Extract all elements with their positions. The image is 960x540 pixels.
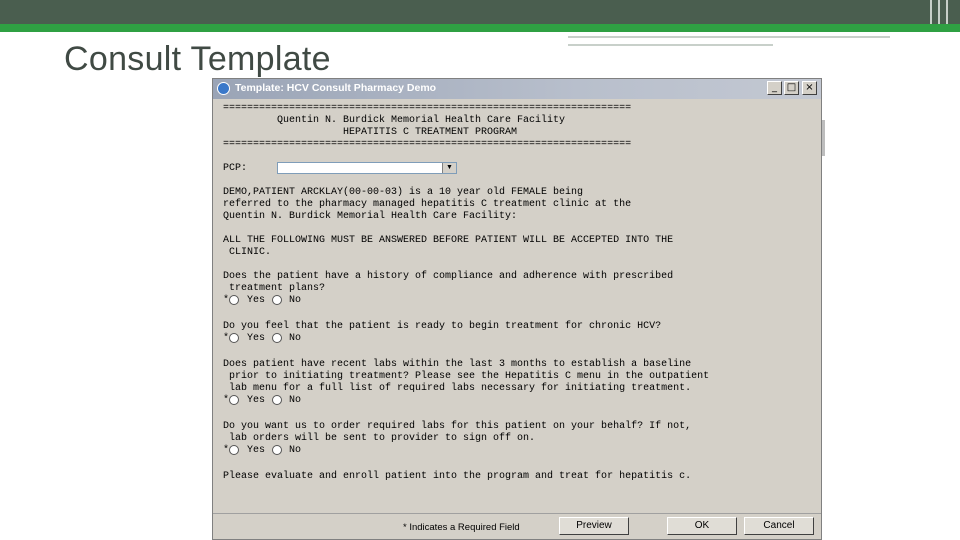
slide-stripe	[930, 0, 932, 24]
intro-line: Quentin N. Burdick Memorial Health Care …	[223, 211, 518, 222]
question-1-no-radio[interactable]	[272, 295, 282, 305]
question-2-no-radio[interactable]	[272, 333, 282, 343]
window-title: Template: HCV Consult Pharmacy Demo	[235, 82, 437, 94]
question-2-yes-radio[interactable]	[229, 333, 239, 343]
question-4-yes-radio[interactable]	[229, 445, 239, 455]
pcp-label: PCP:	[223, 163, 248, 174]
no-label: No	[289, 445, 302, 456]
slide-top-bar	[0, 0, 960, 24]
rule-line: ========================================…	[223, 139, 632, 150]
pcp-dropdown[interactable]: ▼	[277, 162, 457, 174]
question-4-no-radio[interactable]	[272, 445, 282, 455]
ok-button[interactable]: OK	[667, 517, 737, 535]
close-button[interactable]: ×	[802, 81, 817, 95]
slide-deco-line	[568, 36, 890, 38]
yes-label: Yes	[247, 295, 266, 306]
facility-name: Quentin N. Burdick Memorial Health Care …	[277, 115, 566, 126]
background-window-edge	[822, 120, 825, 156]
question-4-text: Do you want us to order required labs fo…	[223, 421, 692, 432]
question-3-text: Does patient have recent labs within the…	[223, 359, 692, 370]
app-icon	[217, 82, 230, 95]
notice-line: CLINIC.	[223, 247, 272, 258]
cancel-button[interactable]: Cancel	[744, 517, 814, 535]
slide-accent-bar	[0, 24, 960, 32]
question-3-yes-radio[interactable]	[229, 395, 239, 405]
yes-label: Yes	[247, 333, 266, 344]
intro-line: referred to the pharmacy managed hepatit…	[223, 199, 632, 210]
yes-label: Yes	[247, 445, 266, 456]
maximize-button[interactable]: □	[784, 81, 799, 95]
question-4-text: lab orders will be sent to provider to s…	[223, 433, 536, 444]
minimize-button[interactable]: _	[767, 81, 782, 95]
no-label: No	[289, 333, 302, 344]
question-3-no-radio[interactable]	[272, 395, 282, 405]
notice-line: ALL THE FOLLOWING MUST BE ANSWERED BEFOR…	[223, 235, 674, 246]
rule-line: ========================================…	[223, 103, 632, 114]
question-3-text: lab menu for a full list of required lab…	[223, 383, 692, 394]
no-label: No	[289, 295, 302, 306]
required-note: * Indicates a Required Field	[403, 522, 520, 533]
question-3-text: prior to initiating treatment? Please se…	[223, 371, 710, 382]
closing-text: Please evaluate and enroll patient into …	[223, 471, 692, 482]
slide-deco-line	[568, 44, 773, 46]
no-label: No	[289, 395, 302, 406]
dialog-footer: * Indicates a Required Field Preview OK …	[213, 513, 821, 539]
slide-title: Consult Template	[64, 40, 331, 78]
template-content: ========================================…	[217, 101, 817, 511]
intro-line: DEMO,PATIENT ARCKLAY(00-00-03) is a 10 y…	[223, 187, 584, 198]
yes-label: Yes	[247, 395, 266, 406]
question-1-text: Does the patient have a history of compl…	[223, 271, 674, 282]
preview-button[interactable]: Preview	[559, 517, 629, 535]
chevron-down-icon[interactable]: ▼	[442, 163, 456, 173]
program-name: HEPATITIS C TREATMENT PROGRAM	[343, 127, 518, 138]
slide-stripe	[938, 0, 940, 24]
slide-stripe	[946, 0, 948, 24]
template-window: Template: HCV Consult Pharmacy Demo _ □ …	[212, 78, 822, 540]
question-2-text: Do you feel that the patient is ready to…	[223, 321, 662, 332]
window-title-bar[interactable]: Template: HCV Consult Pharmacy Demo _ □ …	[213, 79, 821, 99]
question-1-text: treatment plans?	[223, 283, 326, 294]
question-1-yes-radio[interactable]	[229, 295, 239, 305]
